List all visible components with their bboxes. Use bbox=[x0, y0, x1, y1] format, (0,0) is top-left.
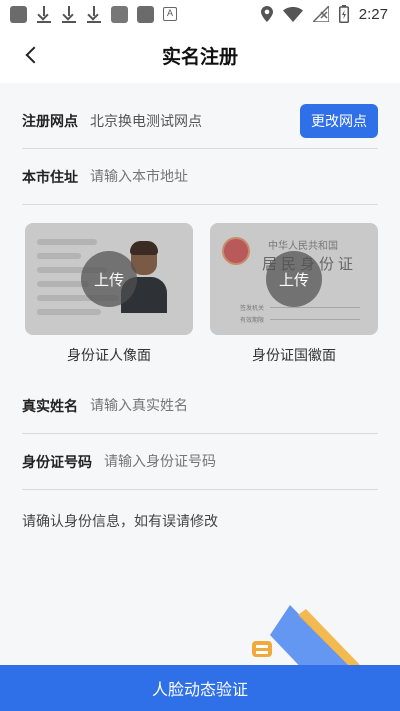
front-upload-button[interactable]: 上传 bbox=[81, 251, 137, 307]
address-label: 本市住址 bbox=[22, 169, 78, 186]
change-outlet-button[interactable]: 更改网点 bbox=[300, 104, 378, 138]
no-signal-icon bbox=[312, 6, 329, 22]
clock: 2:27 bbox=[358, 5, 388, 23]
app-icon bbox=[137, 5, 154, 23]
front-caption: 身份证人像面 bbox=[67, 348, 151, 364]
location-icon bbox=[260, 6, 273, 22]
card-small-2: 有效期限 bbox=[240, 317, 265, 324]
outlet-value: 北京换电测试网点 bbox=[90, 113, 202, 130]
download-icon bbox=[61, 5, 77, 23]
download-icon bbox=[86, 5, 102, 23]
wifi-icon bbox=[282, 6, 303, 22]
national-emblem-icon bbox=[222, 237, 250, 265]
id-front-upload[interactable]: 上传 bbox=[25, 223, 193, 335]
name-label: 真实姓名 bbox=[22, 398, 78, 415]
name-input[interactable] bbox=[90, 397, 320, 414]
back-upload-button[interactable]: 上传 bbox=[266, 251, 322, 307]
id-back-upload[interactable]: 中华人民共和国 居民身份证 签发机关 有效期限 上传 bbox=[210, 223, 378, 335]
card-small-1: 签发机关 bbox=[240, 305, 265, 312]
back-caption: 身份证国徽面 bbox=[252, 348, 336, 364]
cat-app-icon bbox=[111, 5, 128, 23]
card-line bbox=[270, 319, 360, 320]
id-number-label: 身份证号码 bbox=[22, 454, 92, 471]
name-row: 真实姓名 bbox=[22, 378, 378, 434]
header: 实名注册 bbox=[0, 28, 400, 80]
notification-icons: A bbox=[10, 5, 177, 23]
confirm-notice: 请确认身份信息，如有误请修改 bbox=[22, 514, 218, 530]
face-verification-button[interactable]: 人脸动态验证 bbox=[0, 665, 400, 711]
a-icon: A bbox=[163, 7, 177, 21]
address-row: 本市住址 bbox=[22, 149, 378, 205]
battery-charging-icon bbox=[338, 5, 349, 23]
system-icons: 2:27 bbox=[260, 4, 388, 24]
card-line bbox=[270, 307, 360, 308]
page-title: 实名注册 bbox=[161, 46, 238, 68]
card-text-line1: 中华人民共和国 bbox=[268, 241, 338, 252]
id-number-input[interactable] bbox=[104, 453, 334, 470]
id-number-row: 身份证号码 bbox=[22, 434, 378, 490]
download-icon bbox=[36, 5, 52, 23]
outlet-row: 注册网点 北京换电测试网点 更改网点 bbox=[22, 93, 378, 149]
outlet-label: 注册网点 bbox=[22, 113, 78, 130]
app-icon bbox=[10, 5, 27, 23]
status-bar: A 2:27 bbox=[0, 0, 400, 28]
address-input[interactable] bbox=[90, 168, 320, 185]
